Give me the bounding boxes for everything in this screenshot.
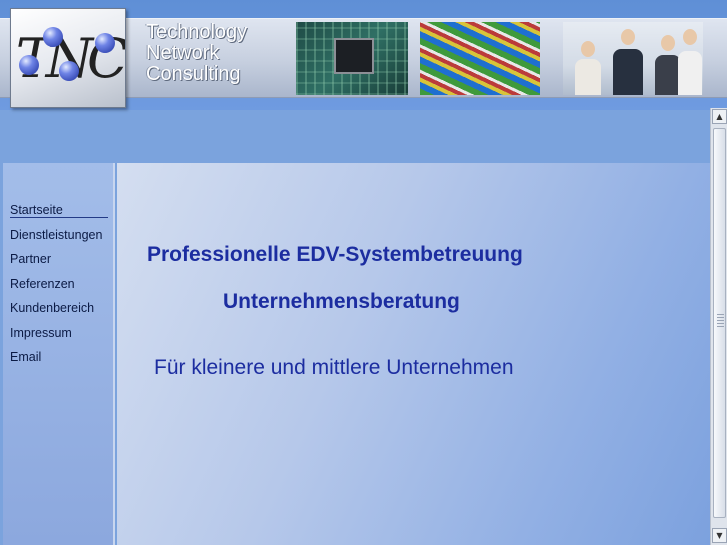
tagline: Für kleinere und mittlere Unternehmen (154, 356, 514, 379)
headline-edv: Professionelle EDV-Systembetreuung (147, 243, 523, 266)
nav-item-dienstleistungen[interactable]: Dienstleistungen (10, 228, 108, 242)
logo-sphere-icon (95, 33, 115, 53)
headline-beratung: Unternehmensberatung (223, 290, 460, 313)
company-name-line: Consulting (146, 63, 241, 85)
company-name-line: Technology (146, 21, 248, 43)
nav-item-kundenbereich[interactable]: Kundenbereich (10, 301, 108, 315)
logo-sphere-icon (59, 61, 79, 81)
scrollbar-thumb[interactable] (713, 128, 726, 518)
nav-item-startseite[interactable]: Startseite (10, 203, 108, 218)
main-content: Professionelle EDV-Systembetreuung Unter… (117, 163, 710, 545)
network-cables-photo (420, 22, 540, 95)
person-figure (573, 33, 603, 95)
nav-item-partner[interactable]: Partner (10, 252, 108, 266)
circuit-board-photo (296, 22, 408, 95)
grip-icon (717, 314, 724, 328)
company-logo[interactable]: TNC (10, 8, 126, 108)
nav-item-email[interactable]: Email (10, 350, 108, 364)
business-team-photo (563, 22, 703, 95)
arrow-down-icon[interactable]: ▼ (712, 528, 727, 543)
company-name-line: Network (146, 42, 220, 64)
nav-item-referenzen[interactable]: Referenzen (10, 277, 108, 291)
header: TNC Technology Network Consulting (0, 0, 727, 110)
nav-item-impressum[interactable]: Impressum (10, 326, 108, 340)
company-name: Technology Network Consulting (146, 22, 296, 85)
logo-sphere-icon (43, 27, 63, 47)
vertical-scrollbar[interactable]: ▲ ▼ (710, 108, 727, 545)
person-figure (677, 25, 703, 95)
microchip-icon (334, 38, 374, 74)
arrow-up-icon[interactable]: ▲ (712, 109, 727, 124)
logo-sphere-icon (19, 55, 39, 75)
person-figure (611, 25, 645, 95)
sidebar-nav: Startseite Dienstleistungen Partner Refe… (3, 163, 115, 545)
